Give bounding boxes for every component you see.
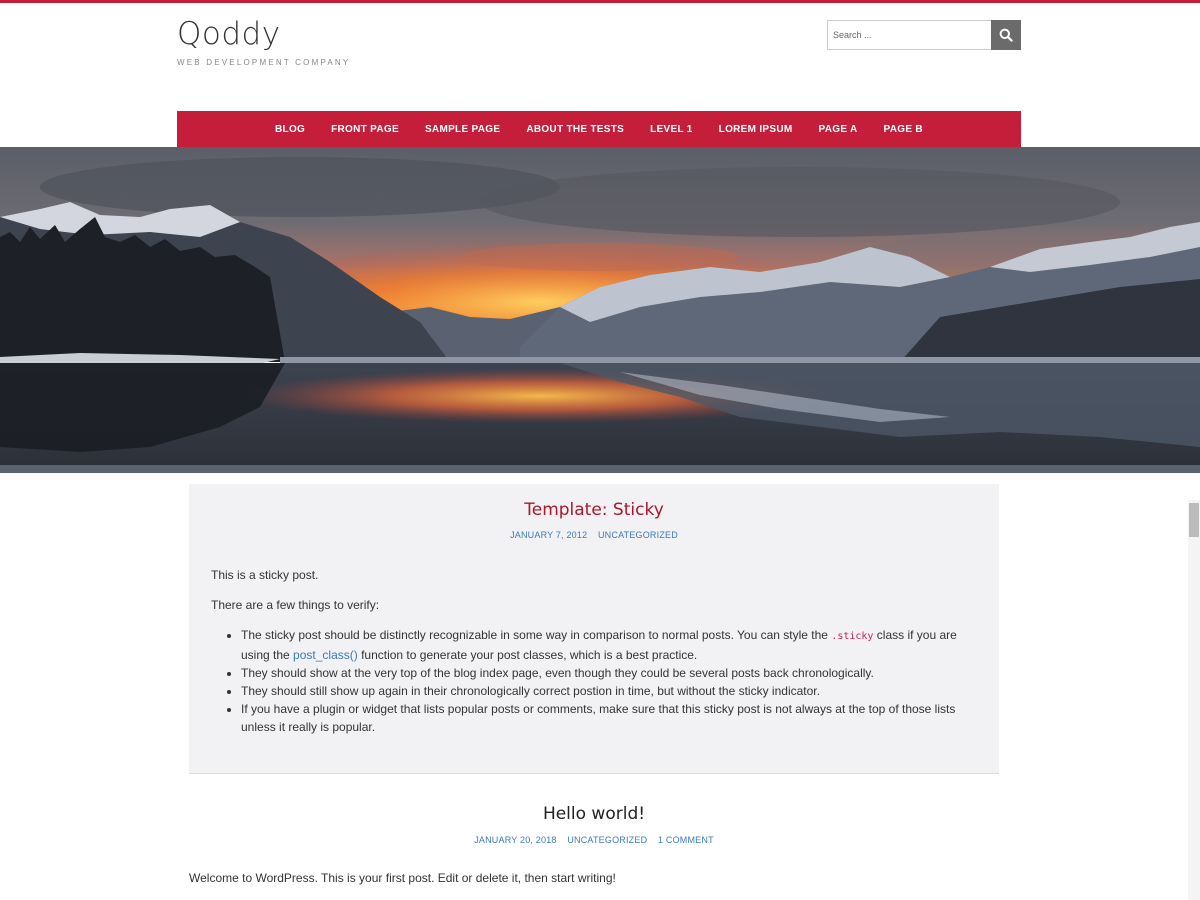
search-form xyxy=(827,20,1021,50)
nav-item-sample-page[interactable]: SAMPLE PAGE xyxy=(425,124,500,135)
nav-item-about-the-tests[interactable]: ABOUT THE TESTS xyxy=(526,124,624,135)
post-content: This is a sticky post. There are a few t… xyxy=(211,566,971,736)
scrollbar-thumb[interactable] xyxy=(1189,503,1199,537)
post-title-text[interactable]: Hello world! xyxy=(543,804,645,824)
list-text: The sticky post should be distinctly rec… xyxy=(241,628,832,642)
sticky-class-code: .sticky xyxy=(831,631,874,642)
header-image xyxy=(0,147,1200,473)
nav-item-page-b[interactable]: PAGE B xyxy=(884,124,923,135)
top-accent-border xyxy=(0,0,1200,3)
verify-list: The sticky post should be distinctly rec… xyxy=(211,626,971,736)
nav-item-page-a[interactable]: PAGE A xyxy=(819,124,858,135)
search-button[interactable] xyxy=(991,20,1021,50)
post-title[interactable]: Template: Sticky xyxy=(189,500,999,520)
nav-item-lorem-ipsum[interactable]: LOREM IPSUM xyxy=(719,124,793,135)
sticky-post: Template: Sticky JANUARY 7, 2012 UNCATEG… xyxy=(189,484,999,774)
nav-item-front-page[interactable]: FRONT PAGE xyxy=(331,124,399,135)
search-icon xyxy=(999,28,1013,42)
list-item: They should still show up again in their… xyxy=(241,682,971,700)
post-category-link[interactable]: UNCATEGORIZED xyxy=(598,530,678,540)
list-item: If you have a plugin or widget that list… xyxy=(241,700,971,736)
list-item: The sticky post should be distinctly rec… xyxy=(241,626,971,664)
post-excerpt: Welcome to WordPress. This is your first… xyxy=(189,871,616,885)
paragraph: This is a sticky post. xyxy=(211,568,319,582)
post-meta: JANUARY 7, 2012 UNCATEGORIZED xyxy=(189,530,999,540)
search-input[interactable] xyxy=(827,20,991,50)
post-class-link[interactable]: post_class() xyxy=(293,648,358,662)
nav-item-level-1[interactable]: LEVEL 1 xyxy=(650,124,693,135)
post-date-link[interactable]: JANUARY 7, 2012 xyxy=(510,530,587,540)
post-title[interactable]: Hello world! xyxy=(189,804,999,824)
post-date-link[interactable]: JANUARY 20, 2018 xyxy=(474,835,556,845)
post-category-link[interactable]: UNCATEGORIZED xyxy=(567,835,647,845)
post-comments-link[interactable]: 1 COMMENT xyxy=(658,835,714,845)
paragraph: There are a few things to verify: xyxy=(211,598,380,612)
site-description: WEB DEVELOPMENT COMPANY xyxy=(177,58,351,67)
nav-item-blog[interactable]: BLOG xyxy=(275,124,305,135)
post-meta: JANUARY 20, 2018 UNCATEGORIZED 1 COMMENT xyxy=(189,835,999,845)
list-text: function to generate your post classes, … xyxy=(357,648,698,662)
list-item: They should show at the very top of the … xyxy=(241,664,971,682)
post-title-text[interactable]: Template: Sticky xyxy=(524,500,664,520)
main-navigation: BLOG FRONT PAGE SAMPLE PAGE ABOUT THE TE… xyxy=(177,111,1021,147)
site-title[interactable]: Qoddy xyxy=(177,14,281,54)
scrollbar[interactable] xyxy=(1188,500,1200,900)
